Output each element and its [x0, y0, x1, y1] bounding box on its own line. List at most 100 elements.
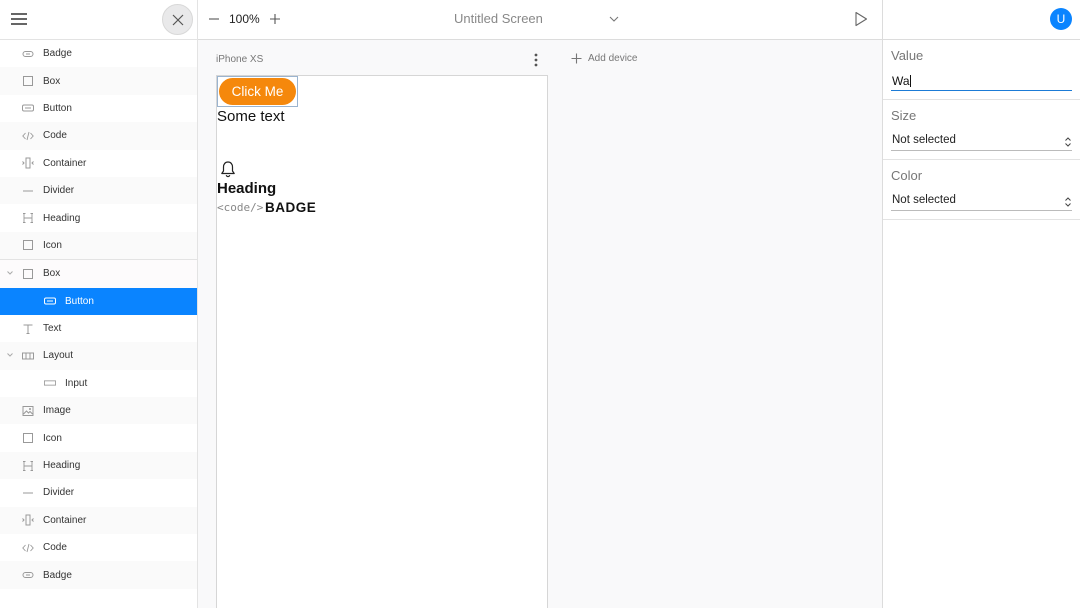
tree-item-button[interactable]: Button — [0, 287, 197, 315]
component-sidebar: Badge Box Button Code Container Divider … — [0, 0, 198, 608]
palette-item-container[interactable]: Container — [0, 150, 197, 177]
menu-icon[interactable] — [11, 13, 27, 25]
icon-icon — [22, 239, 34, 251]
preview-button-selection[interactable]: Click Me — [217, 76, 298, 107]
text-caret — [909, 75, 911, 87]
palette-item-badge[interactable]: Badge — [0, 40, 197, 67]
tree-item-label: Badge — [43, 569, 72, 581]
input-icon — [44, 377, 56, 389]
top-toolbar: 100% Untitled Screen — [198, 0, 882, 40]
value-property: Value Wa — [883, 40, 1080, 100]
device-label: iPhone XS — [216, 54, 264, 65]
size-label: Size — [891, 108, 917, 123]
preview-badge[interactable]: BADGE — [265, 200, 316, 215]
palette-item-code[interactable]: Code — [0, 122, 197, 150]
tree-item-label: Divider — [43, 487, 75, 499]
tree-item-input[interactable]: Input — [0, 370, 197, 397]
sidebar-header — [0, 0, 197, 40]
palette-item-label: Container — [43, 157, 87, 169]
screen-title[interactable]: Untitled Screen — [454, 11, 543, 26]
tree-item-label: Container — [43, 514, 87, 526]
palette-item-label: Button — [43, 102, 72, 114]
palette-item-box[interactable]: Box — [0, 67, 197, 95]
preview-text[interactable]: Some text — [217, 108, 285, 125]
box-icon — [22, 268, 34, 280]
tree-item-badge[interactable]: Badge — [0, 561, 197, 589]
chevron-down-icon[interactable] — [608, 13, 620, 25]
zoom-level: 100% — [229, 12, 260, 26]
color-property: Color Not selected — [883, 160, 1080, 220]
value-input[interactable]: Wa — [891, 74, 1072, 91]
button-icon — [22, 102, 34, 114]
close-button[interactable] — [162, 4, 193, 35]
zoom-out-icon[interactable] — [208, 13, 220, 25]
tree-item-layout[interactable]: Layout — [0, 342, 197, 370]
properties-panel: U Value Wa Size Not selected Color Not s… — [882, 0, 1080, 608]
tree-item-text[interactable]: Text — [0, 315, 197, 342]
badge-icon — [22, 569, 34, 581]
layout-icon — [22, 350, 34, 362]
layer-tree: Box Button Text Layout Input Image Icon — [0, 259, 197, 589]
more-vertical-icon[interactable] — [534, 53, 538, 67]
avatar[interactable]: U — [1050, 8, 1072, 30]
size-select-value: Not selected — [892, 134, 956, 146]
select-arrows-icon — [1065, 137, 1071, 147]
palette-item-button[interactable]: Button — [0, 95, 197, 122]
button-icon — [44, 295, 56, 307]
bell-icon[interactable] — [220, 160, 236, 178]
divider-icon — [22, 487, 34, 499]
play-icon[interactable] — [853, 11, 869, 27]
tree-item-code[interactable]: Code — [0, 534, 197, 561]
tree-item-label: Icon — [43, 432, 62, 444]
add-device-button[interactable]: Add device — [571, 53, 637, 64]
tree-item-label: Input — [65, 377, 88, 389]
add-device-label: Add device — [588, 53, 638, 64]
chevron-down-icon[interactable] — [6, 351, 14, 359]
palette-item-label: Divider — [43, 185, 75, 197]
code-icon — [22, 542, 34, 554]
tree-item-label: Layout — [43, 350, 74, 362]
tree-item-label: Box — [43, 268, 61, 280]
tree-item-label: Image — [43, 405, 71, 417]
tree-item-box[interactable]: Box — [0, 260, 197, 288]
tree-item-divider[interactable]: Divider — [0, 479, 197, 506]
container-icon — [22, 157, 34, 169]
color-select[interactable]: Not selected — [891, 194, 1072, 211]
size-select[interactable]: Not selected — [891, 134, 1072, 151]
palette-item-icon[interactable]: Icon — [0, 231, 197, 260]
box-icon — [22, 75, 34, 87]
zoom-in-icon[interactable] — [269, 13, 281, 25]
preview-code[interactable]: <code/> — [217, 201, 263, 214]
tree-item-image[interactable]: Image — [0, 397, 197, 425]
text-icon — [22, 323, 34, 335]
select-arrows-icon — [1065, 197, 1071, 207]
palette-item-heading[interactable]: Heading — [0, 204, 197, 231]
tree-item-container[interactable]: Container — [0, 506, 197, 535]
heading-icon — [22, 460, 34, 472]
close-icon — [172, 14, 183, 25]
code-icon — [22, 130, 34, 142]
palette-item-label: Heading — [43, 212, 81, 224]
heading-icon — [22, 212, 34, 224]
size-property: Size Not selected — [883, 100, 1080, 160]
image-icon — [22, 405, 34, 417]
color-select-value: Not selected — [892, 194, 956, 206]
preview-heading[interactable]: Heading — [217, 180, 276, 197]
icon-icon — [22, 432, 34, 444]
container-icon — [22, 514, 34, 526]
panel-header: U — [883, 0, 1080, 40]
palette-item-label: Box — [43, 75, 61, 87]
value-label: Value — [891, 48, 924, 63]
tree-item-heading[interactable]: Heading — [0, 451, 197, 480]
palette-item-divider[interactable]: Divider — [0, 176, 197, 205]
tree-item-icon[interactable]: Icon — [0, 424, 197, 451]
value-input-text: Wa — [892, 74, 910, 88]
divider-icon — [22, 185, 34, 197]
color-label: Color — [891, 168, 923, 183]
palette-item-label: Icon — [43, 239, 62, 251]
tree-item-label: Text — [43, 323, 62, 335]
component-palette: Badge Box Button Code Container Divider … — [0, 40, 197, 260]
preview-button[interactable]: Click Me — [219, 78, 296, 105]
tree-item-label: Code — [43, 542, 67, 554]
chevron-down-icon[interactable] — [6, 269, 14, 277]
